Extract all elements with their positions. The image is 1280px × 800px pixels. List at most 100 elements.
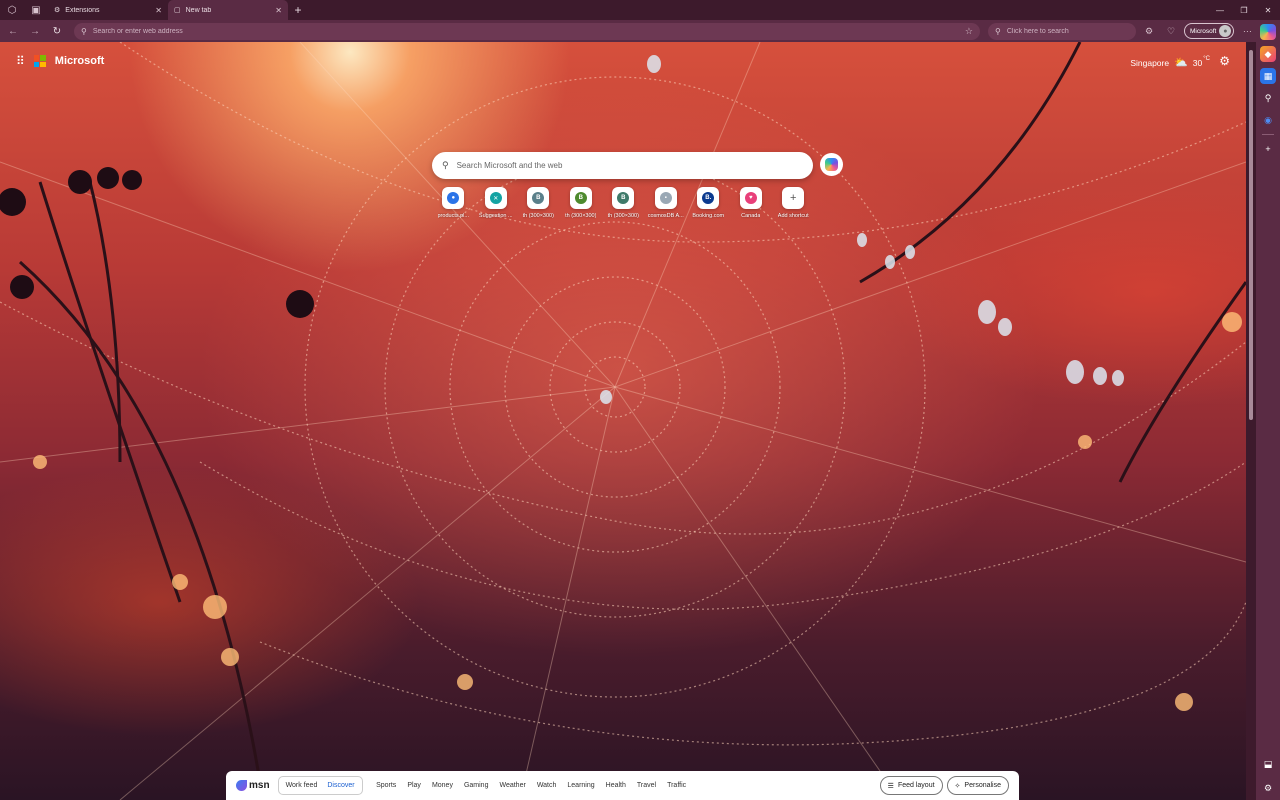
shortcut-tile[interactable]: ● products.pl... [432, 187, 475, 219]
shortcut-label: th (300×300) [607, 213, 639, 219]
category-sports[interactable]: Sports [371, 782, 402, 789]
tab-discover[interactable]: Discover [322, 782, 359, 789]
shortcut-icon-tile: B [569, 187, 592, 209]
toolbar-search-input[interactable] [1006, 27, 1129, 35]
app-launcher-icon[interactable]: ⠿ [16, 54, 25, 68]
shortcut-tile[interactable]: ▪ cosmosDB A... [645, 187, 688, 219]
window-controls: — ❐ ✕ [1208, 0, 1280, 20]
msn-butterfly-icon [236, 780, 247, 791]
search-icon: ⚲ [81, 26, 87, 36]
restore-icon[interactable]: ❐ [1232, 0, 1256, 20]
partly-cloudy-icon: ⛅ [1174, 57, 1188, 69]
weather-unit: °C [1203, 56, 1210, 62]
extensions-gear-icon: ⚙ [54, 7, 61, 14]
close-tab-icon[interactable]: ✕ [275, 6, 282, 15]
shortcut-label: products.pl... [437, 213, 470, 219]
msn-logo-text: msn [249, 780, 270, 791]
workspaces-icon[interactable]: ⬡ [0, 0, 24, 20]
copilot-icon [825, 158, 838, 171]
copilot-sidebar-icon[interactable] [1260, 24, 1276, 40]
title-bar: ⬡ ▣ ⚙ Extensions ✕ ▢ New tab ✕ + — ❐ ✕ [0, 0, 1280, 20]
add-shortcut-button[interactable]: + Add shortcut [772, 187, 815, 219]
site-favicon-icon: ● [447, 192, 460, 204]
tab-work-feed[interactable]: Work feed [281, 782, 323, 789]
category-learning[interactable]: Learning [562, 782, 600, 789]
tab-actions-icon[interactable]: ▣ [24, 0, 48, 20]
feed-layout-button[interactable]: ☰ Feed layout [879, 776, 943, 795]
category-health[interactable]: Health [600, 782, 631, 789]
layout-icon: ☰ [887, 782, 894, 790]
category-money[interactable]: Money [426, 782, 458, 789]
close-window-icon[interactable]: ✕ [1256, 0, 1280, 20]
personalise-button[interactable]: ✧ Personalise [946, 776, 1009, 795]
feed-toggle: Work feed Discover [277, 776, 363, 795]
msn-feed-bar: msn Work feed Discover Sports Play Money Ga… [226, 771, 1019, 800]
sidebar-settings-gear-icon[interactable]: ⚙ [1260, 780, 1276, 796]
favorite-star-icon[interactable]: ☆ [965, 26, 973, 37]
shortcut-tile[interactable]: Bth (300×300) [560, 187, 603, 219]
address-input[interactable] [92, 27, 959, 35]
shortcut-icon-tile: B [527, 187, 550, 209]
main-search-bar[interactable]: ⚲ [432, 152, 813, 179]
page-scrollbar[interactable] [1246, 42, 1256, 800]
browser-toolbar: ← → ↻ ⚲ ☆ ⚲ ⚙ ♡ Microsoft ● ··· [0, 20, 1280, 42]
profile-label: Microsoft [1190, 27, 1217, 35]
category-weather[interactable]: Weather [494, 782, 531, 789]
sparkle-icon: ✧ [954, 782, 961, 790]
shortcut-tile[interactable]: Bth (300×300) [602, 187, 645, 219]
forward-arrow-icon[interactable]: → [26, 22, 44, 40]
toolbar-search-box[interactable]: ⚲ [988, 22, 1136, 40]
outlook-icon[interactable]: ◉ [1260, 112, 1276, 128]
extensions-icon[interactable]: ⚙ [1140, 22, 1158, 40]
shortcut-tile[interactable]: ♥ Canada [730, 187, 773, 219]
category-play[interactable]: Play [402, 782, 427, 789]
tab-title: New tab [185, 6, 212, 14]
msn-logo[interactable]: msn [236, 780, 270, 791]
new-tab-button[interactable]: + [288, 0, 308, 20]
shortcut-icon-tile: ● [442, 187, 465, 209]
category-nav: Sports Play Money Gaming Weather Watch Learnin… [371, 782, 692, 789]
shortcut-tile[interactable]: Bth (300×300) [517, 187, 560, 219]
category-gaming[interactable]: Gaming [458, 782, 494, 789]
more-menu-icon[interactable]: ··· [1238, 22, 1256, 40]
search-icon[interactable]: ⚲ [1260, 90, 1276, 106]
shortcut-label: Booking.com [692, 213, 725, 219]
site-favicon-icon: ♥ [744, 192, 757, 204]
tab-new-tab[interactable]: ▢ New tab ✕ [168, 0, 288, 20]
back-arrow-icon[interactable]: ← [4, 22, 22, 40]
tab-extensions[interactable]: ⚙ Extensions ✕ [48, 0, 168, 20]
brand-name: Microsoft [54, 55, 105, 67]
refresh-icon[interactable]: ↻ [48, 22, 66, 40]
plus-icon: + [787, 192, 800, 204]
search-icon: ⚲ [995, 26, 1001, 36]
shortcut-label: th (300×300) [522, 213, 554, 219]
browser-essentials-icon[interactable]: ♡ [1162, 22, 1180, 40]
scrollbar-thumb[interactable] [1249, 50, 1253, 420]
page-settings-gear-icon[interactable]: ⚙ [1219, 54, 1230, 68]
shortcut-label: cosmosDB A... [647, 213, 684, 219]
category-traffic[interactable]: Traffic [662, 782, 692, 789]
add-sidebar-app-icon[interactable]: + [1260, 141, 1276, 157]
quick-links: ● products.pl... ✕ Suggestion ... Bth (300×3… [432, 187, 815, 219]
site-favicon-icon: B [617, 192, 630, 204]
category-watch[interactable]: Watch [531, 782, 562, 789]
site-favicon-icon: B [574, 192, 587, 204]
shortcut-tile[interactable]: ✕ Suggestion ... [475, 187, 518, 219]
category-travel[interactable]: Travel [631, 782, 661, 789]
close-tab-icon[interactable]: ✕ [155, 6, 162, 15]
site-favicon-icon: B [532, 192, 545, 204]
tools-icon[interactable]: ▦ [1260, 68, 1276, 84]
address-bar[interactable]: ⚲ ☆ [74, 22, 980, 40]
shortcut-icon-tile: + [782, 187, 805, 209]
weather-widget[interactable]: Singapore ⛅ 30 °C [1130, 56, 1210, 69]
shortcut-icon-tile: B [612, 187, 635, 209]
minimize-icon[interactable]: — [1208, 0, 1232, 20]
main-search-input[interactable] [456, 161, 803, 170]
shortcut-icon-tile: ✕ [484, 187, 507, 209]
weather-temp: 30 [1192, 57, 1203, 68]
screenshot-icon[interactable]: ⬓ [1260, 756, 1276, 772]
shopping-icon[interactable]: ◆ [1260, 46, 1276, 62]
copilot-button[interactable] [820, 153, 843, 176]
shortcut-tile[interactable]: B. Booking.com [687, 187, 730, 219]
profile-button[interactable]: Microsoft ● [1184, 23, 1235, 39]
